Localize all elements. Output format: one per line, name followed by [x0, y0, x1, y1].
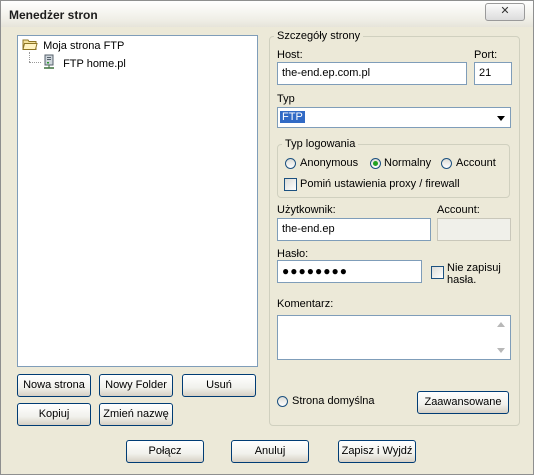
tree-connector-line — [29, 52, 31, 62]
close-button[interactable]: ✕ — [485, 3, 525, 21]
password-label: Hasło: — [277, 248, 309, 260]
user-value: the-end.ep — [282, 223, 335, 235]
tree-item-label: FTP home.pl — [63, 58, 126, 70]
account-label: Account: — [437, 204, 480, 216]
no-save-password-checkbox[interactable] — [431, 266, 444, 279]
radio-account-label: Account — [456, 157, 496, 169]
comment-textarea[interactable] — [277, 315, 511, 360]
port-label: Port: — [474, 49, 498, 61]
tree-connector-line — [29, 62, 41, 64]
type-selected-value: FTP — [280, 111, 305, 123]
host-label: Host: — [277, 49, 303, 61]
password-value: ●●●●●●●● — [282, 264, 348, 278]
host-value: the-end.ep.com.pl — [282, 67, 371, 79]
default-site-radio[interactable] — [277, 396, 288, 407]
server-icon — [44, 54, 54, 69]
proxy-checkbox[interactable] — [284, 178, 297, 191]
radio-normal-label: Normalny — [384, 157, 432, 169]
password-input[interactable]: ●●●●●●●● — [277, 260, 422, 283]
copy-button[interactable]: Kopiuj — [17, 403, 91, 426]
tree-item-ftp-home[interactable]: FTP home.pl — [42, 54, 126, 70]
new-site-button[interactable]: Nowa strona — [17, 374, 91, 397]
user-input[interactable]: the-end.ep — [277, 218, 431, 241]
scroll-down-icon[interactable] — [497, 348, 505, 353]
host-input[interactable]: the-end.ep.com.pl — [277, 62, 467, 85]
site-manager-window: Menedżer stron ✕ Moja strona FTP FTP hom… — [0, 0, 534, 475]
comment-label: Komentarz: — [277, 298, 334, 310]
port-input[interactable]: 21 — [474, 62, 512, 85]
login-type-title: Typ logowania — [285, 138, 356, 150]
account-input[interactable] — [437, 218, 511, 241]
new-folder-button[interactable]: Nowy Folder — [99, 374, 173, 397]
save-exit-button[interactable]: Zapisz i Wyjdź — [338, 440, 416, 463]
close-icon: ✕ — [500, 5, 510, 17]
no-save-password-label-2: hasła. — [447, 274, 477, 286]
connect-button[interactable]: Połącz — [126, 440, 204, 463]
chevron-down-icon[interactable] — [497, 116, 505, 121]
default-site-label: Strona domyślna — [292, 395, 375, 407]
no-save-password-label-1: Nie zapisuj — [447, 262, 501, 274]
radio-account[interactable] — [441, 158, 452, 169]
title-bar[interactable]: Menedżer stron ✕ — [1, 1, 533, 27]
tree-item-label: Moja strona FTP — [43, 40, 125, 52]
rename-button[interactable]: Zmień nazwę — [99, 403, 173, 426]
radio-anonymous[interactable] — [285, 158, 296, 169]
advanced-button[interactable]: Zaawansowane — [417, 391, 509, 414]
port-value: 21 — [479, 67, 492, 79]
radio-normal[interactable] — [370, 158, 381, 169]
type-label: Typ — [277, 93, 295, 105]
proxy-checkbox-label: Pomiń ustawienia proxy / firewall — [300, 178, 460, 190]
delete-button[interactable]: Usuń — [182, 374, 256, 397]
cancel-button[interactable]: Anuluj — [231, 440, 309, 463]
radio-anonymous-label: Anonymous — [300, 157, 359, 169]
site-details-title: Szczegóły strony — [277, 30, 361, 42]
window-title: Menedżer stron — [9, 8, 98, 22]
folder-open-icon — [22, 39, 38, 50]
user-label: Użytkownik: — [277, 204, 336, 216]
tree-item-root[interactable]: Moja strona FTP — [22, 38, 124, 54]
scroll-up-icon[interactable] — [497, 322, 505, 327]
type-select[interactable]: FTP — [277, 107, 511, 128]
site-tree[interactable]: Moja strona FTP FTP home.pl — [17, 35, 258, 367]
